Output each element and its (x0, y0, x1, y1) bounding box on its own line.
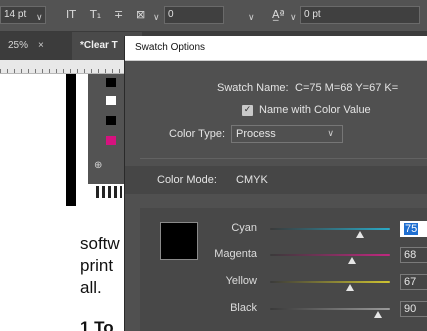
chevron-down-icon[interactable]: ∨ (36, 10, 43, 26)
cyan-value: 75 (404, 223, 419, 235)
horizontal-scale-icon[interactable]: T₁ (90, 7, 101, 23)
cyan-slider-label: Cyan (231, 222, 257, 234)
magenta-value: 68 (404, 249, 417, 261)
page-shadow (66, 74, 76, 146)
magenta-slider-thumb[interactable] (347, 257, 356, 264)
color-type-label: Color Type: (169, 128, 226, 140)
doc-text-line: softw (80, 234, 120, 253)
selection-handles (96, 186, 122, 198)
chevron-down-icon[interactable]: ∨ (248, 10, 255, 26)
cyan-slider-track[interactable] (270, 228, 390, 230)
cyan-slider-thumb[interactable] (356, 231, 364, 238)
font-size-value: 14 pt (4, 9, 27, 20)
yellow-value: 67 (404, 276, 417, 288)
dialog-title: Swatch Options (135, 42, 206, 53)
kerning-icon[interactable]: ⊠ (136, 7, 145, 23)
kerning-value: 0 (168, 9, 174, 20)
indesign-window: 14 pt ∨ IT T₁ ∓ ⊠ ∨ 0 ∨ A̲ª ∨ 0 pt 25% × … (0, 0, 427, 331)
baseline-value: 0 pt (304, 9, 321, 20)
new-swatch-icon[interactable]: ⊕ (94, 160, 102, 171)
vertical-scale-icon[interactable]: IT (66, 7, 76, 23)
color-type-value: Process (236, 128, 276, 140)
black-value-input[interactable]: 90 (400, 301, 427, 317)
black-value: 90 (404, 303, 417, 315)
section-divider (140, 158, 427, 159)
yellow-slider-thumb[interactable] (346, 284, 355, 291)
color-mode-row: Color Mode: CMYK (125, 166, 427, 194)
chevron-down-icon[interactable]: ∨ (153, 10, 160, 26)
swatch-chip[interactable] (106, 136, 116, 145)
magenta-slider-track[interactable] (270, 254, 390, 256)
swatches-panel: ⊕ (88, 74, 124, 184)
black-slider-thumb[interactable] (374, 311, 382, 318)
color-mode-select[interactable]: CMYK (236, 174, 268, 186)
doc-text-line: print (80, 256, 114, 275)
chevron-down-icon: ∨ (327, 129, 334, 139)
kerning-field[interactable]: 0 (164, 6, 224, 24)
swatch-options-dialog: Swatch Options Swatch Name: C=75 M=68 Y=… (124, 36, 427, 331)
cyan-value-input[interactable]: 75 (400, 221, 427, 237)
swatch-chip[interactable] (106, 116, 116, 125)
control-bar: 14 pt ∨ IT T₁ ∓ ⊠ ∨ 0 ∨ A̲ª ∨ 0 pt (0, 0, 427, 32)
swatch-name-field[interactable]: C=75 M=68 Y=67 K= (295, 82, 398, 94)
yellow-value-input[interactable]: 67 (400, 274, 427, 290)
tab-label: 25% (8, 40, 29, 51)
baseline-shift-field[interactable]: 0 pt (300, 6, 420, 24)
name-with-color-value-label: Name with Color Value (259, 104, 371, 116)
swatch-chip[interactable] (106, 78, 116, 87)
tab-previous-document[interactable]: 25% × (0, 32, 62, 60)
doc-bullet-line: 1 To (80, 318, 114, 331)
baseline-shift-icon[interactable]: A̲ª (272, 7, 285, 23)
close-icon[interactable]: × (38, 40, 44, 51)
black-slider-track[interactable] (270, 308, 390, 310)
tab-label: *Clear T (80, 40, 118, 51)
color-type-select[interactable]: Process ∨ (231, 125, 343, 143)
magenta-value-input[interactable]: 68 (400, 247, 427, 263)
dialog-titlebar: Swatch Options (125, 36, 427, 61)
swatch-name-label: Swatch Name: (217, 82, 289, 94)
baseline-icon[interactable]: ∓ (114, 7, 123, 23)
swatch-chip[interactable] (106, 96, 116, 105)
name-with-color-value-checkbox[interactable]: ✓ (242, 105, 253, 116)
magenta-slider-label: Magenta (214, 248, 257, 260)
page-shadow (66, 138, 76, 206)
chevron-down-icon[interactable]: ∨ (290, 10, 297, 26)
yellow-slider-label: Yellow (225, 275, 257, 287)
black-slider-label: Black (230, 302, 257, 314)
yellow-slider-track[interactable] (270, 281, 390, 283)
color-mode-label: Color Mode: (157, 174, 217, 186)
doc-text-line: all. (80, 278, 102, 297)
